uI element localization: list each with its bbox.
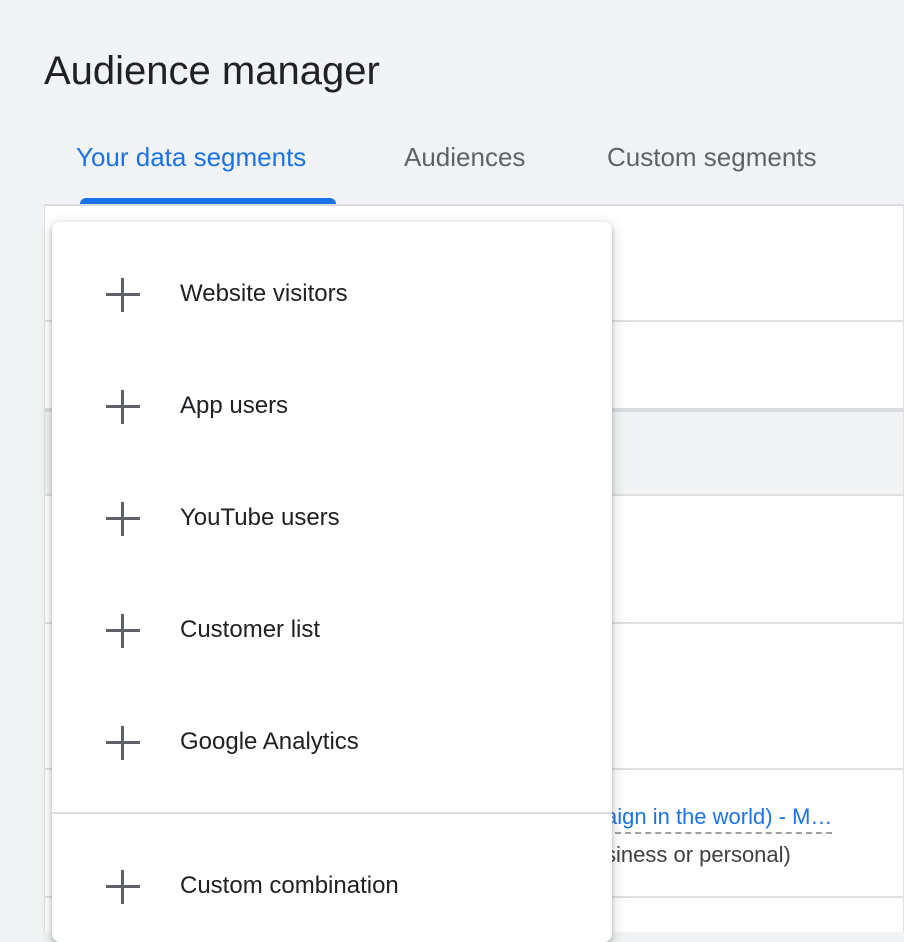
menu-divider	[52, 812, 612, 814]
menu-item-label: Customer list	[180, 616, 321, 643]
new-segment-menu: Website visitors App users YouTube users…	[52, 222, 612, 942]
menu-item-google-analytics[interactable]: Google Analytics	[52, 686, 612, 798]
tab-custom-segments[interactable]: Custom segments	[607, 120, 817, 204]
menu-item-label: Custom combination	[180, 872, 399, 899]
menu-item-label: YouTube users	[180, 504, 340, 531]
plus-icon	[106, 614, 140, 648]
menu-item-custom-combination[interactable]: Custom combination	[52, 830, 612, 942]
menu-item-youtube-users[interactable]: YouTube users	[52, 462, 612, 574]
segment-description: siness or personal)	[605, 842, 791, 867]
menu-item-label: Website visitors	[180, 280, 348, 307]
menu-item-website-visitors[interactable]: Website visitors	[52, 238, 612, 350]
menu-item-label: App users	[180, 392, 289, 419]
tab-audiences[interactable]: Audiences	[404, 120, 525, 204]
segment-name-link[interactable]: aign in the world) - M…	[605, 802, 833, 834]
page-title: Audience manager	[44, 48, 380, 93]
menu-item-label: Google Analytics	[180, 728, 359, 755]
plus-icon	[106, 502, 140, 536]
plus-icon	[106, 870, 140, 904]
menu-item-customer-list[interactable]: Customer list	[52, 574, 612, 686]
plus-icon	[106, 278, 140, 312]
plus-icon	[106, 726, 140, 760]
tab-bar: Your data segments Audiences Custom segm…	[44, 120, 904, 206]
menu-item-app-users[interactable]: App users	[52, 350, 612, 462]
plus-icon	[106, 390, 140, 424]
tab-your-data-segments[interactable]: Your data segments	[76, 120, 306, 204]
